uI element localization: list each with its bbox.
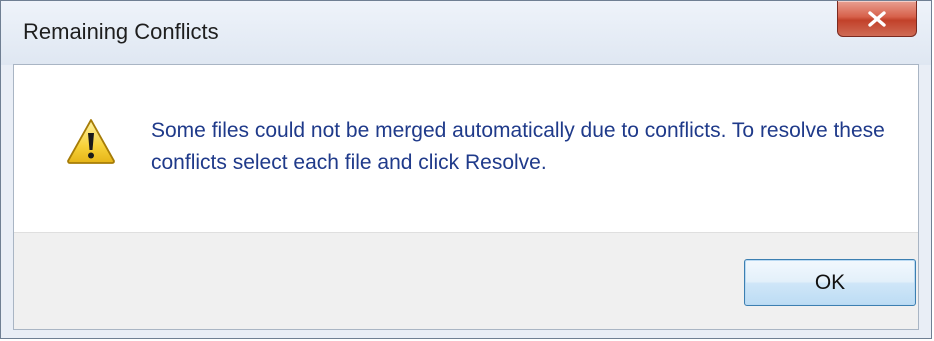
message-area: Some files could not be merged automatic… — [14, 65, 918, 232]
close-button[interactable] — [837, 1, 917, 37]
button-bar: OK — [14, 232, 918, 329]
dialog-client-area: Some files could not be merged automatic… — [13, 64, 919, 330]
ok-button[interactable]: OK — [744, 259, 916, 306]
dialog-message: Some files could not be merged automatic… — [151, 119, 885, 174]
dialog-window: Remaining Conflicts Some files could not… — [0, 0, 932, 339]
title-bar[interactable]: Remaining Conflicts — [1, 1, 931, 65]
window-title: Remaining Conflicts — [23, 19, 219, 44]
warning-icon — [67, 119, 115, 164]
close-icon — [868, 10, 886, 27]
